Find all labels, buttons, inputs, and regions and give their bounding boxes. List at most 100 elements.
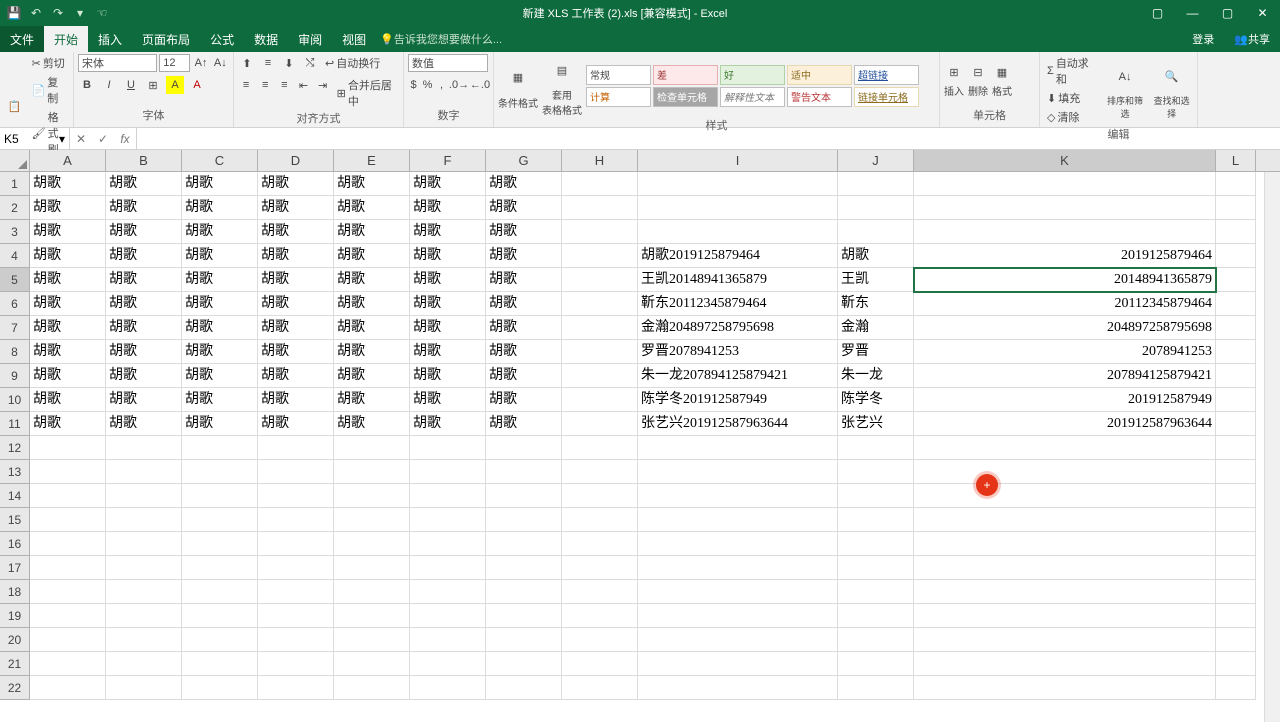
cell[interactable] bbox=[838, 604, 914, 628]
cell[interactable] bbox=[258, 652, 334, 676]
cell[interactable]: 胡歌 bbox=[30, 172, 106, 196]
cell[interactable] bbox=[638, 532, 838, 556]
row-header[interactable]: 16 bbox=[0, 532, 30, 556]
cell[interactable] bbox=[106, 604, 182, 628]
cell[interactable]: 胡歌 bbox=[486, 268, 562, 292]
cell[interactable] bbox=[334, 580, 410, 604]
cell[interactable]: 胡歌 bbox=[30, 244, 106, 268]
cell[interactable]: 胡歌 bbox=[106, 316, 182, 340]
redo-icon[interactable]: ↷ bbox=[50, 5, 66, 21]
font-name-combo[interactable]: 宋体 bbox=[78, 54, 157, 72]
cell[interactable]: 胡歌 bbox=[486, 292, 562, 316]
enter-fx-icon[interactable]: ✓ bbox=[92, 128, 114, 149]
cell[interactable] bbox=[106, 580, 182, 604]
row-header[interactable]: 2 bbox=[0, 196, 30, 220]
cell[interactable] bbox=[410, 628, 486, 652]
row-header[interactable]: 21 bbox=[0, 652, 30, 676]
cell[interactable]: 201912587963644 bbox=[914, 412, 1216, 436]
cell[interactable] bbox=[30, 652, 106, 676]
cell[interactable] bbox=[258, 628, 334, 652]
cell[interactable] bbox=[562, 628, 638, 652]
cell[interactable] bbox=[838, 652, 914, 676]
cell[interactable]: 胡歌 bbox=[30, 316, 106, 340]
row-header[interactable]: 5 bbox=[0, 268, 30, 292]
indent-inc-icon[interactable]: ⇥ bbox=[315, 76, 331, 94]
cell[interactable] bbox=[638, 652, 838, 676]
cell[interactable]: 胡歌 bbox=[334, 172, 410, 196]
col-header-C[interactable]: C bbox=[182, 150, 258, 171]
comma-icon[interactable]: , bbox=[436, 76, 447, 94]
cell[interactable]: 胡歌2019125879464 bbox=[638, 244, 838, 268]
col-header-G[interactable]: G bbox=[486, 150, 562, 171]
formula-input[interactable] bbox=[137, 128, 1280, 149]
row-header[interactable]: 8 bbox=[0, 340, 30, 364]
align-left-icon[interactable]: ≡ bbox=[238, 76, 254, 94]
cell[interactable] bbox=[562, 460, 638, 484]
cell[interactable]: 204897258795698 bbox=[914, 316, 1216, 340]
cell[interactable] bbox=[30, 580, 106, 604]
style-bad[interactable]: 差 bbox=[653, 65, 718, 85]
number-format-combo[interactable]: 数值 bbox=[408, 54, 488, 72]
row-header[interactable]: 19 bbox=[0, 604, 30, 628]
cell[interactable] bbox=[1216, 676, 1256, 700]
cell[interactable] bbox=[638, 196, 838, 220]
cell[interactable] bbox=[182, 628, 258, 652]
col-header-A[interactable]: A bbox=[30, 150, 106, 171]
col-header-I[interactable]: I bbox=[638, 150, 838, 171]
cell[interactable] bbox=[334, 556, 410, 580]
percent-icon[interactable]: % bbox=[422, 76, 433, 94]
cell[interactable] bbox=[1216, 220, 1256, 244]
cell[interactable] bbox=[410, 484, 486, 508]
cell[interactable]: 胡歌 bbox=[410, 364, 486, 388]
cell[interactable]: 胡歌 bbox=[334, 388, 410, 412]
cell[interactable] bbox=[562, 556, 638, 580]
decrease-font-icon[interactable]: A↓ bbox=[212, 54, 229, 72]
tab-review[interactable]: 审阅 bbox=[288, 26, 332, 52]
row-header[interactable]: 6 bbox=[0, 292, 30, 316]
cell[interactable] bbox=[914, 196, 1216, 220]
cell[interactable]: 胡歌 bbox=[106, 292, 182, 316]
tab-file[interactable]: 文件 bbox=[0, 26, 44, 52]
cell[interactable] bbox=[410, 508, 486, 532]
col-header-L[interactable]: L bbox=[1216, 150, 1256, 171]
cell[interactable] bbox=[838, 676, 914, 700]
cell[interactable]: 胡歌 bbox=[410, 220, 486, 244]
cell[interactable] bbox=[486, 532, 562, 556]
cell[interactable]: 胡歌 bbox=[182, 172, 258, 196]
cell[interactable] bbox=[106, 652, 182, 676]
cell[interactable] bbox=[1216, 484, 1256, 508]
cell[interactable]: 胡歌 bbox=[334, 268, 410, 292]
worksheet-grid[interactable]: ABCDEFGHIJKL 1胡歌胡歌胡歌胡歌胡歌胡歌胡歌2胡歌胡歌胡歌胡歌胡歌胡… bbox=[0, 150, 1280, 722]
cell[interactable] bbox=[106, 556, 182, 580]
cell[interactable]: 罗晋2078941253 bbox=[638, 340, 838, 364]
cell[interactable]: 胡歌 bbox=[106, 196, 182, 220]
cell[interactable]: 胡歌 bbox=[258, 364, 334, 388]
cell[interactable] bbox=[486, 508, 562, 532]
cell[interactable]: 胡歌 bbox=[334, 244, 410, 268]
conditional-format-button[interactable]: ▦ bbox=[504, 62, 532, 94]
cell[interactable] bbox=[1216, 604, 1256, 628]
cell[interactable]: 胡歌 bbox=[182, 316, 258, 340]
cell[interactable]: 胡歌 bbox=[486, 340, 562, 364]
cell[interactable]: 靳东20112345879464 bbox=[638, 292, 838, 316]
cell[interactable] bbox=[914, 532, 1216, 556]
align-mid-icon[interactable]: ≡ bbox=[259, 54, 277, 72]
cell[interactable] bbox=[1216, 172, 1256, 196]
cell[interactable] bbox=[638, 508, 838, 532]
cell[interactable] bbox=[1216, 460, 1256, 484]
row-header[interactable]: 11 bbox=[0, 412, 30, 436]
cell[interactable] bbox=[182, 580, 258, 604]
cell[interactable] bbox=[410, 580, 486, 604]
cell[interactable]: 胡歌 bbox=[258, 268, 334, 292]
bold-button[interactable]: B bbox=[78, 76, 96, 94]
cell[interactable] bbox=[258, 484, 334, 508]
cell-styles-gallery[interactable]: 常规 差 好 适中 超链接 计算 检查单元格 解释性文本 警告文本 链接单元格 bbox=[586, 65, 919, 107]
cell[interactable] bbox=[562, 244, 638, 268]
cell[interactable] bbox=[182, 460, 258, 484]
cell[interactable]: 20148941365879 bbox=[914, 268, 1216, 292]
cell[interactable]: 金瀚 bbox=[838, 316, 914, 340]
row-header[interactable]: 15 bbox=[0, 508, 30, 532]
row-header[interactable]: 3 bbox=[0, 220, 30, 244]
cell[interactable] bbox=[486, 580, 562, 604]
cancel-fx-icon[interactable]: ✕ bbox=[70, 128, 92, 149]
